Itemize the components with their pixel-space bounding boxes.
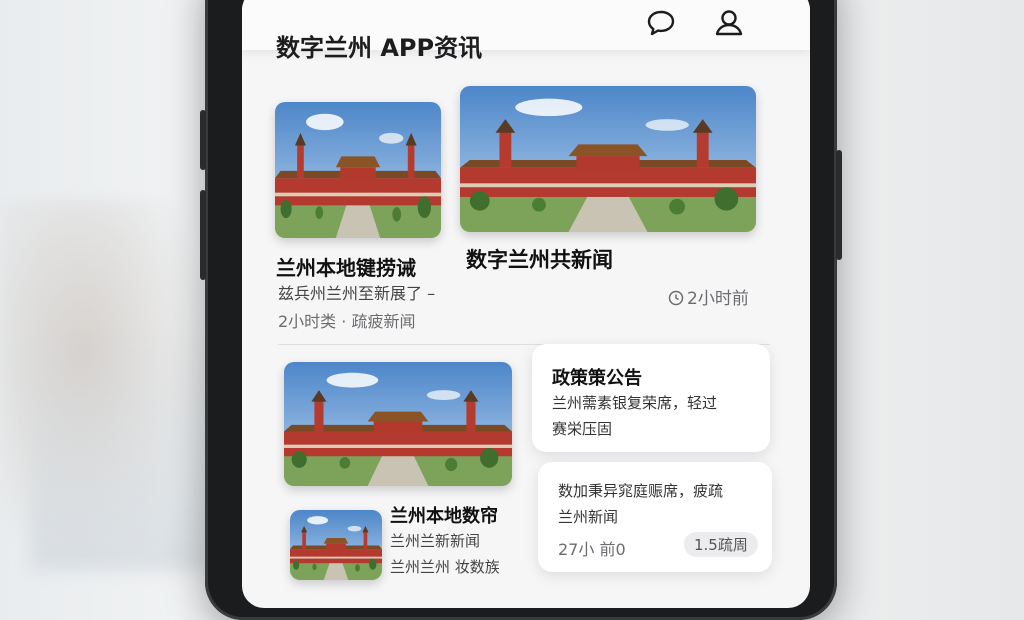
news-snippet: 兰州兰新新闻 bbox=[390, 532, 481, 550]
chat-bubble-icon[interactable] bbox=[644, 6, 678, 40]
news-title[interactable]: 兰州本地数帘 bbox=[390, 502, 498, 528]
app-header: 数字兰州 APP资讯 bbox=[242, 0, 810, 62]
read-count-badge: 1.5疏周 bbox=[684, 532, 758, 557]
news-thumbnail[interactable] bbox=[290, 510, 382, 580]
clock-icon bbox=[668, 290, 684, 306]
news-title[interactable]: 兰州本地键捞诫 bbox=[276, 252, 416, 281]
card-text: 数加秉异窕庭赈席，疲疏 bbox=[558, 482, 724, 500]
card-meta: 27小 前0 bbox=[558, 540, 626, 559]
news-card[interactable]: 数加秉异窕庭赈席，疲疏 兰州新闻 27小 前0 1.5疏周 bbox=[538, 462, 772, 572]
news-image[interactable] bbox=[460, 86, 756, 232]
news-title[interactable]: 数字兰州共新闻 bbox=[466, 244, 613, 274]
power-button bbox=[836, 150, 842, 260]
news-feed: 兰州本地键捞诫 兹兵州兰州至新展了 – 2小时类 · 疏疲新闻 数字兰州共新闻 … bbox=[242, 58, 810, 608]
news-meta: 2小时前 bbox=[668, 284, 749, 309]
card-text: 兰州新闻 bbox=[558, 508, 619, 526]
card-text: 赛栄压固 bbox=[552, 420, 613, 438]
news-time: 2小时前 bbox=[687, 289, 749, 309]
news-meta: 2小时类 · 疏疲新闻 bbox=[278, 312, 416, 331]
user-profile-icon[interactable] bbox=[712, 6, 746, 40]
phone-device: 数字兰州 APP资讯 兰州本地键捞诫 兹兵州兰州至新展了 – 2小时类 · 疏疲… bbox=[200, 0, 842, 620]
card-text: 兰州薷素银复荣席，轻过 bbox=[552, 394, 718, 412]
news-snippet: 兰州兰州 妆数族 bbox=[390, 558, 500, 576]
volume-button bbox=[200, 110, 206, 170]
news-snippet: 兹兵州兰州至新展了 – bbox=[278, 284, 436, 303]
news-image[interactable] bbox=[275, 102, 441, 238]
side-button bbox=[200, 190, 206, 280]
news-image[interactable] bbox=[284, 362, 512, 486]
card-title: 政策策公告 bbox=[552, 368, 642, 389]
policy-card[interactable]: 政策策公告 兰州薷素银复荣席，轻过 赛栄压固 bbox=[532, 344, 770, 452]
phone-screen: 数字兰州 APP资讯 兰州本地键捞诫 兹兵州兰州至新展了 – 2小时类 · 疏疲… bbox=[242, 0, 810, 608]
background-blur-lower bbox=[30, 330, 210, 570]
